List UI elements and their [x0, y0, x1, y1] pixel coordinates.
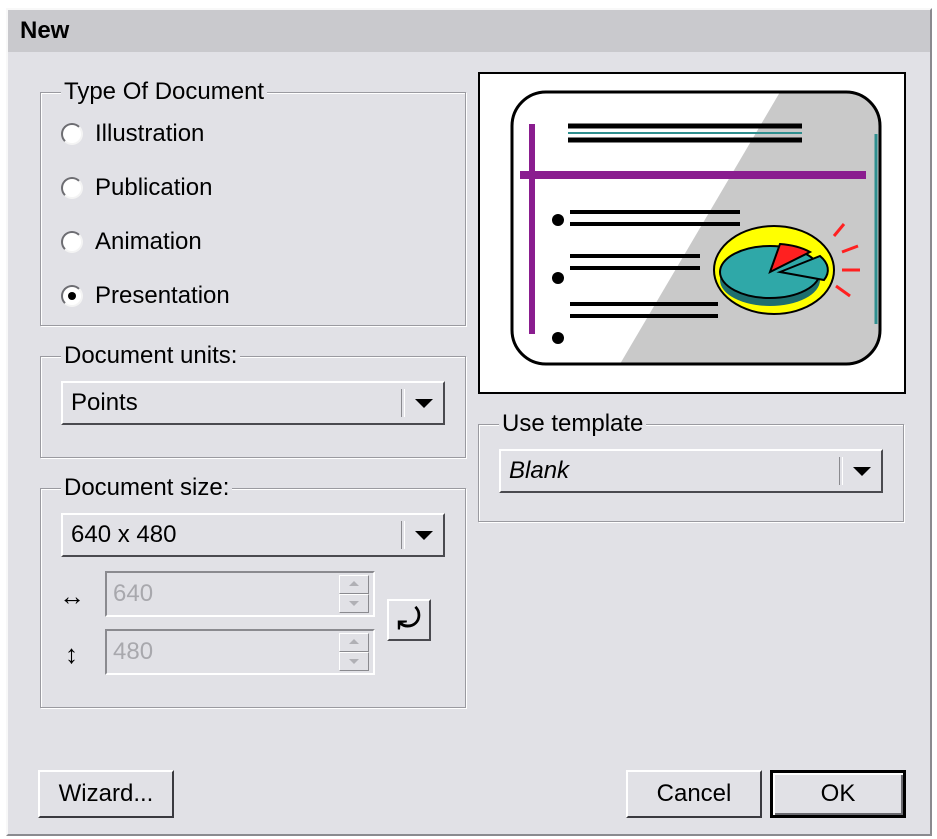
document-preview	[478, 72, 906, 394]
document-units-dropdown[interactable]: Points	[61, 381, 445, 425]
type-of-document-group: Type Of Document Illustration Publicatio…	[40, 77, 466, 326]
document-size-legend: Document size:	[61, 473, 233, 503]
radio-label-animation: Animation	[95, 228, 202, 255]
width-decrement-button[interactable]	[339, 594, 369, 613]
rotate-arrow-icon: ⤾	[397, 603, 421, 634]
height-spinner[interactable]: 480	[105, 629, 375, 675]
document-size-group: Document size: 640 x 480 ↔ 640 ↕ 480 ⤾	[40, 473, 466, 708]
type-of-document-legend: Type Of Document	[61, 77, 268, 107]
wizard-button[interactable]: Wizard...	[38, 770, 174, 818]
radio-button[interactable]	[61, 177, 83, 199]
radio-button[interactable]	[61, 231, 83, 253]
use-template-legend: Use template	[499, 409, 647, 439]
ok-button[interactable]: OK	[770, 770, 906, 818]
width-spinner[interactable]: 640	[105, 571, 375, 617]
height-value[interactable]: 480	[113, 631, 153, 673]
radio-presentation[interactable]: Presentation	[61, 279, 230, 313]
dropdown-arrow-icon[interactable]	[415, 531, 433, 540]
dropdown-arrow-icon[interactable]	[415, 399, 433, 408]
dropdown-separator	[839, 457, 843, 485]
document-units-legend: Document units:	[61, 341, 241, 371]
dialog-title: New	[8, 10, 930, 52]
use-template-group: Use template Blank	[478, 409, 904, 522]
dropdown-arrow-icon[interactable]	[853, 467, 871, 476]
dropdown-separator	[401, 521, 405, 549]
radio-illustration[interactable]: Illustration	[61, 117, 204, 151]
document-size-value: 640 x 480	[71, 521, 177, 548]
radio-publication[interactable]: Publication	[61, 171, 212, 205]
radio-label-illustration: Illustration	[95, 120, 205, 147]
use-template-value: Blank	[509, 457, 570, 484]
radio-animation[interactable]: Animation	[61, 225, 202, 259]
radio-button-selected[interactable]	[61, 285, 83, 307]
height-decrement-button[interactable]	[339, 652, 369, 671]
swap-dimensions-button[interactable]: ⤾	[387, 599, 431, 641]
width-value[interactable]: 640	[113, 573, 153, 615]
width-spin-buttons	[339, 575, 369, 613]
new-document-dialog: New Type Of Document Illustration Public…	[6, 8, 932, 836]
height-spin-buttons	[339, 633, 369, 671]
presentation-slide-preview-icon	[510, 90, 882, 366]
horizontal-arrows-icon: ↔	[59, 581, 85, 611]
radio-label-presentation: Presentation	[95, 282, 230, 309]
height-increment-button[interactable]	[339, 633, 369, 652]
vertical-arrows-icon: ↕	[65, 639, 78, 669]
cancel-button[interactable]: Cancel	[626, 770, 762, 818]
document-units-value: Points	[71, 389, 138, 416]
document-units-group: Document units: Points	[40, 341, 466, 458]
width-increment-button[interactable]	[339, 575, 369, 594]
radio-label-publication: Publication	[95, 174, 213, 201]
document-size-dropdown[interactable]: 640 x 480	[61, 513, 445, 557]
radio-button[interactable]	[61, 123, 83, 145]
dropdown-separator	[401, 389, 405, 417]
use-template-dropdown[interactable]: Blank	[499, 449, 883, 493]
